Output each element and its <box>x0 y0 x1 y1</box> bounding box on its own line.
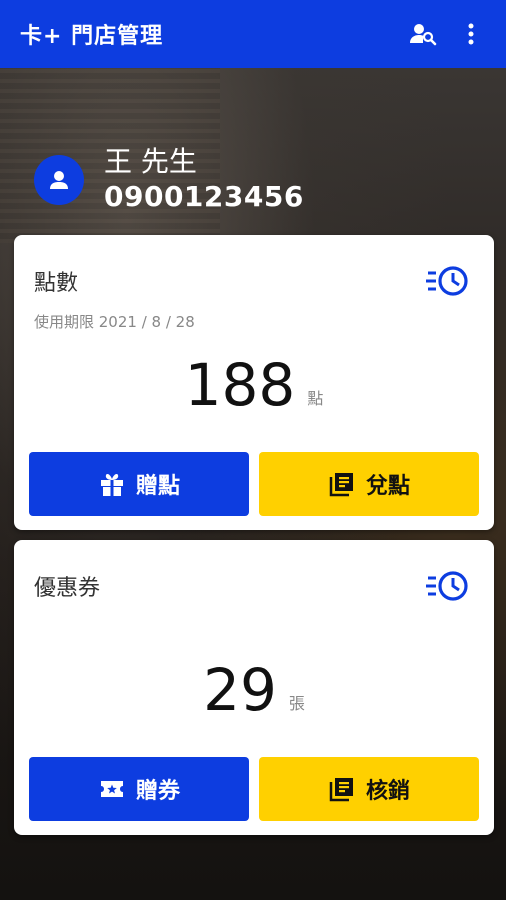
points-card: 點數 使用期限 2021 / 8 / 28 188 點 贈點 兌點 <box>14 235 494 530</box>
user-info: 王 先生 0900123456 <box>34 140 304 220</box>
give-coupon-label: 贈券 <box>135 779 180 804</box>
user-phone: 0900123456 <box>104 180 304 213</box>
points-expiry: 使用期限 2021 / 8 / 28 <box>34 313 195 331</box>
redeem-points-label: 兌點 <box>365 474 410 499</box>
ticket-icon <box>98 775 126 803</box>
points-value: 188 <box>184 351 296 419</box>
user-name: 王 先生 <box>104 145 197 178</box>
history-icon[interactable] <box>426 568 470 604</box>
coupon-value: 29 <box>203 656 277 724</box>
gift-icon <box>98 470 126 498</box>
redeem-points-button[interactable]: 兌點 <box>259 452 479 516</box>
more-vert-icon[interactable] <box>456 19 486 49</box>
app-title: 卡+ 門店管理 <box>20 24 164 49</box>
app-bar: 卡+ 門店管理 <box>0 0 506 68</box>
points-value-row: 188 點 <box>14 355 494 415</box>
library-books-icon <box>328 775 356 803</box>
coupon-card: 優惠券 29 張 贈券 核銷 <box>14 540 494 835</box>
give-points-label: 贈點 <box>135 474 180 499</box>
person-icon <box>34 155 84 205</box>
points-unit: 點 <box>307 389 324 408</box>
library-books-icon <box>328 470 356 498</box>
coupon-unit: 張 <box>288 694 305 713</box>
history-icon[interactable] <box>426 263 470 299</box>
redeem-coupon-button[interactable]: 核銷 <box>259 757 479 821</box>
give-coupon-button[interactable]: 贈券 <box>29 757 249 821</box>
person-search-icon[interactable] <box>408 19 438 49</box>
coupon-title: 優惠券 <box>34 576 101 601</box>
give-points-button[interactable]: 贈點 <box>29 452 249 516</box>
redeem-coupon-label: 核銷 <box>365 779 410 804</box>
points-title: 點數 <box>34 271 79 296</box>
coupon-value-row: 29 張 <box>14 660 494 720</box>
